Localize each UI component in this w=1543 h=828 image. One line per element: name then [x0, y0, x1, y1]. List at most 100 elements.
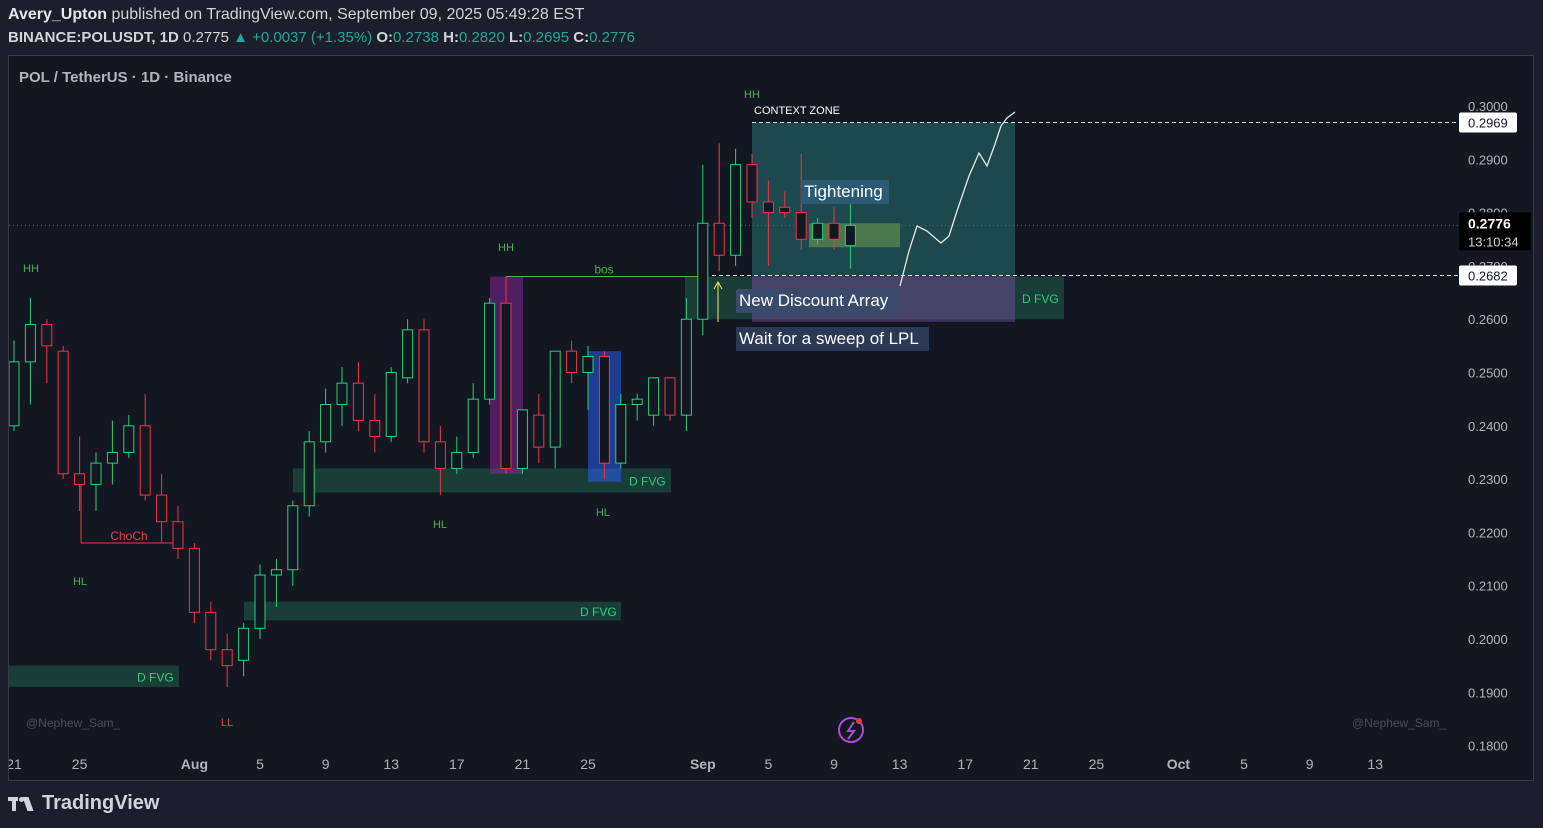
candle-body — [812, 222, 824, 240]
countdown-timer: 13:10:34 — [1468, 234, 1519, 249]
chart-panel[interactable]: POL / TetherUS · 1D · Binance 0.3000 0.290… — [8, 55, 1534, 781]
x-tick-label: 21 — [515, 756, 531, 772]
chart-title: POL / TetherUS · 1D · Binance — [19, 69, 232, 86]
x-tick-label: 9 — [322, 756, 330, 772]
x-tick-label: Aug — [181, 756, 208, 772]
author-name[interactable]: Avery_Upton — [8, 6, 107, 23]
candle-body — [582, 356, 594, 374]
fvg-label: D FVG — [629, 474, 666, 488]
swing-label-hh: HH — [498, 242, 514, 254]
candle-body — [713, 222, 725, 256]
candle-body — [123, 425, 135, 453]
last-price: 0.2775 — [183, 29, 229, 46]
x-tick-label: 21 — [1023, 756, 1039, 772]
swing-label-hh: HH — [23, 263, 39, 275]
discount-label: New Discount Array — [739, 291, 889, 310]
fvg-label: D FVG — [580, 605, 617, 619]
candle-body — [205, 611, 217, 651]
open-label: O: — [376, 29, 394, 46]
candle-body — [434, 441, 446, 469]
fvg-zone — [244, 601, 621, 621]
candle-body — [664, 377, 676, 416]
y-tick-label: 0.2900 — [1468, 152, 1508, 167]
candle-body — [221, 649, 233, 667]
candle-body — [336, 382, 348, 405]
candlestick-chart[interactable]: POL / TetherUS · 1D · Binance 0.3000 0.290… — [9, 56, 1533, 780]
watermark-right: @Nephew_Sam_ — [1352, 716, 1447, 730]
candle-body — [615, 403, 627, 464]
candle-body — [57, 350, 69, 475]
fvg-label: D FVG — [1022, 292, 1059, 306]
low-value: 0.2695 — [523, 29, 570, 46]
open-value: 0.2738 — [393, 29, 439, 46]
candle-body — [762, 201, 774, 214]
candle-body — [270, 569, 282, 576]
candle-body — [74, 473, 86, 485]
x-tick-label: Oct — [1167, 756, 1191, 772]
candle-body — [90, 462, 102, 485]
x-tick-label: 9 — [1306, 756, 1314, 772]
current-price-tag: 0.2776 — [1468, 215, 1511, 231]
y-tick-label: 0.1900 — [1468, 685, 1508, 700]
x-tick-label: 5 — [765, 756, 773, 772]
candle-body — [402, 329, 414, 379]
close-label: C: — [573, 29, 590, 46]
candle-body — [467, 398, 479, 453]
y-tick-label: 0.3000 — [1468, 99, 1508, 114]
candle-body — [631, 398, 643, 405]
choch-label: ChoCh — [110, 529, 147, 543]
candle-body — [697, 222, 709, 320]
swing-label-hl: HL — [433, 519, 447, 531]
close-value: 0.2776 — [589, 29, 635, 46]
candle-body — [730, 164, 742, 256]
x-tick-label: 9 — [830, 756, 838, 772]
candle-body — [828, 222, 840, 240]
swing-label-hl: HL — [596, 507, 610, 519]
candle-body — [566, 350, 578, 373]
candle-body — [549, 350, 561, 448]
high-value: 0.2820 — [458, 29, 505, 46]
lightning-icon — [846, 721, 856, 740]
x-tick-label: 5 — [1240, 756, 1248, 772]
candle-body — [188, 547, 200, 613]
x-tick-label: 25 — [1089, 756, 1105, 772]
candle-body — [516, 409, 528, 469]
candle-body — [369, 419, 381, 437]
x-tick-label: 13 — [1367, 756, 1383, 772]
y-tick-label: 0.2200 — [1468, 525, 1508, 540]
x-tick-label: 21 — [9, 756, 22, 772]
publish-info: Avery_Upton published on TradingView.com… — [8, 6, 584, 24]
candle-body — [9, 361, 20, 427]
candle-body — [303, 441, 315, 507]
notification-dot-icon — [856, 718, 862, 724]
candle-body — [238, 627, 250, 661]
price-tag-bottom: 0.2682 — [1468, 268, 1508, 283]
swing-label-hl: HL — [73, 576, 87, 588]
tightening-label: Tightening — [804, 182, 883, 201]
x-tick-label: Sep — [690, 756, 716, 772]
candle-body — [500, 302, 512, 469]
candle-body — [844, 224, 856, 247]
candle-body — [320, 403, 332, 443]
candle-body — [41, 324, 53, 347]
footer-brand[interactable]: TradingView — [8, 792, 159, 815]
brand-name: TradingView — [42, 792, 160, 814]
x-tick-label: 13 — [383, 756, 399, 772]
candle-body — [24, 324, 36, 363]
tradingview-logo-icon — [8, 794, 38, 814]
y-tick-label: 0.2100 — [1468, 579, 1508, 594]
candle-body — [795, 212, 807, 240]
candle-body — [287, 505, 299, 571]
candle-body — [254, 574, 266, 629]
x-tick-label: 13 — [892, 756, 908, 772]
publish-text: published on TradingView.com, September … — [111, 6, 585, 23]
candle-body — [598, 356, 610, 464]
candle-body — [451, 451, 463, 469]
candle-body — [779, 206, 791, 214]
low-label: L: — [509, 29, 524, 46]
candle-body — [385, 372, 397, 437]
candle-body — [533, 414, 545, 448]
x-tick-label: 17 — [449, 756, 465, 772]
y-tick-label: 0.2500 — [1468, 366, 1508, 381]
candle-body — [106, 451, 118, 464]
